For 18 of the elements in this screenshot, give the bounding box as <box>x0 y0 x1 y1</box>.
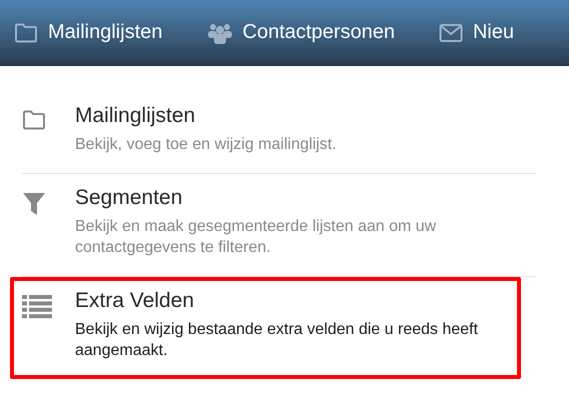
item-title: Extra Velden <box>75 289 196 313</box>
menu-item[interactable]: Mailinglijsten Bekijk, voeg toe en wijzig mailinglijst. <box>10 92 521 173</box>
item-description: Bekijk en wijzig bestaande extra velden die u reeds heeft aangemaakt. <box>75 320 479 361</box>
menu-item[interactable]: Segmenten Bekijk en maak gesegmenteerde lijsten aan om uw contactgegevens te filteren. <box>10 174 521 276</box>
list-icon <box>22 295 52 319</box>
item-description: Bekijk, voeg toe en wijzig mailinglijst. <box>75 135 338 155</box>
filter-icon <box>22 192 46 216</box>
highlighted-menu-item[interactable]: Extra Velden Bekijk en wijzig bestaande extra velden die u reeds heeft aangemaakt. <box>10 277 521 379</box>
nav-tab[interactable]: Contactpersonen <box>206 21 395 44</box>
mail-icon <box>438 22 463 42</box>
folder-icon <box>14 22 38 42</box>
item-title: Segmenten <box>75 186 184 210</box>
nav-tab[interactable]: Nieu <box>438 21 514 44</box>
item-title: Mailinglijsten <box>75 104 196 128</box>
users-icon <box>206 22 232 44</box>
nav-tab[interactable]: Mailinglijsten <box>14 21 162 44</box>
item-description: Bekijk en maak gesegmenteerde lijsten aan om uw contactgegevens te filteren. <box>75 217 438 258</box>
folder-icon <box>22 110 46 130</box>
